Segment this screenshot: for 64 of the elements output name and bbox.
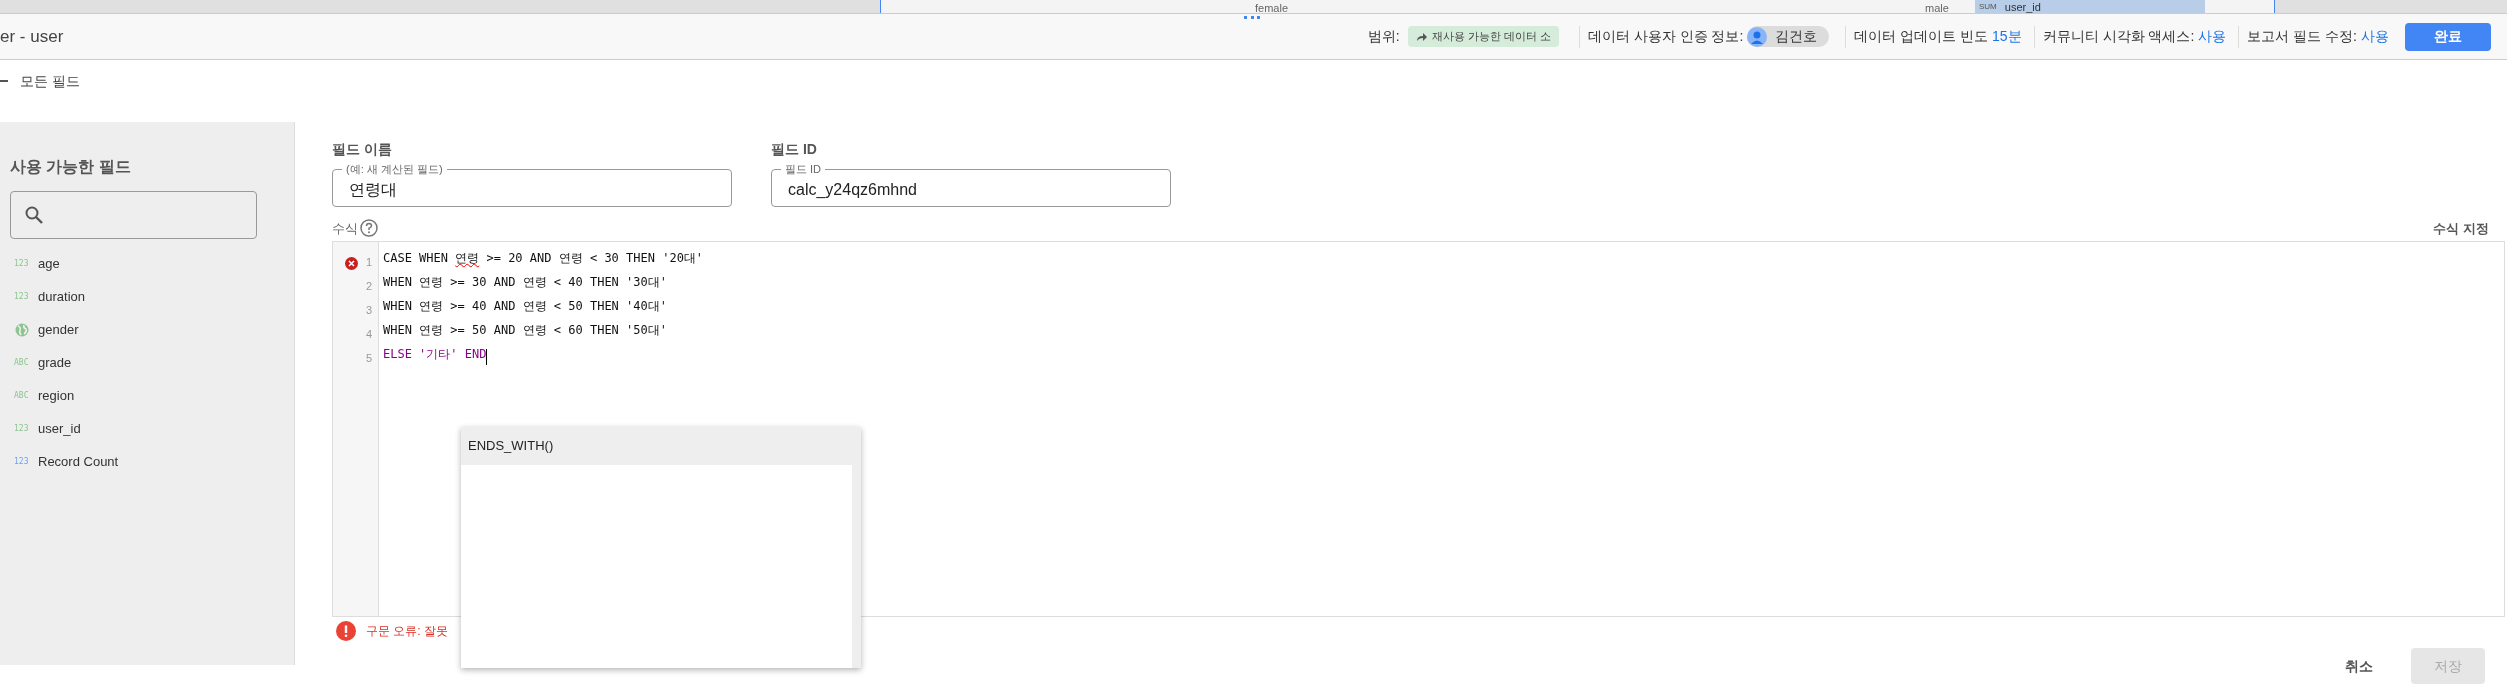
chart-label: female	[1255, 2, 1289, 13]
scope-chip[interactable]: 재사용 가능한 데이터 소	[1407, 26, 1559, 47]
field-editing-label: 보고서 필드 수정:	[2247, 27, 2357, 46]
line-number: 1	[365, 254, 372, 270]
field-item[interactable]: 123 age	[10, 247, 294, 280]
field-item[interactable]: ABC region	[10, 379, 294, 412]
scrollbar[interactable]	[852, 427, 861, 668]
line-number: 3	[365, 302, 372, 318]
code-line: WHEN 연령 >= 50 AND 연령 < 60 THEN '50대'	[383, 322, 667, 339]
back-arrow-icon[interactable]	[0, 79, 8, 83]
field-name: gender	[38, 320, 79, 339]
field-item[interactable]: 123 user_id	[10, 412, 294, 445]
search-icon	[24, 205, 44, 225]
type-label: ABC	[14, 389, 30, 402]
code-line: CASE WHEN 연령 >= 20 AND 연령 < 30 THEN '20대'	[383, 250, 704, 267]
field-item[interactable]: ABC grade	[10, 346, 294, 379]
field-item[interactable]: 123 duration	[10, 280, 294, 313]
field-name-label: 필드 이름	[332, 140, 393, 159]
field-name: age	[38, 254, 60, 273]
data-source-title: er - user	[0, 25, 64, 48]
field-editing-link[interactable]: 사용	[2361, 26, 2389, 47]
code-line: WHEN 연령 >= 30 AND 연령 < 40 THEN '30대'	[383, 274, 667, 291]
type-label: 123	[14, 257, 30, 270]
drag-handle[interactable]	[1244, 16, 1260, 19]
scope-label: 범위:	[1367, 27, 1400, 46]
all-fields-link[interactable]: 모든 필드	[20, 70, 80, 92]
warning-icon	[336, 621, 356, 641]
metric-chip[interactable]: SUM user_id	[1975, 0, 2205, 13]
cancel-button[interactable]: 취소	[2337, 648, 2381, 684]
panel-title: 사용 가능한 필드	[10, 157, 132, 177]
community-access-label: 커뮤니티 시각화 액세스:	[2042, 27, 2195, 46]
line-number: 5	[365, 350, 372, 366]
field-name: grade	[38, 353, 72, 372]
suggestion-item[interactable]: ENDS_WITH()	[461, 427, 852, 465]
share-arrow-icon	[1415, 31, 1428, 42]
credentials-label: 데이터 사용자 인증 정보:	[1587, 27, 1744, 46]
line-number: 2	[365, 278, 372, 294]
type-label: 123	[14, 290, 30, 303]
code-line: WHEN 연령 >= 40 AND 연령 < 50 THEN '40대'	[383, 298, 667, 315]
done-button[interactable]: 완료	[2405, 22, 2491, 51]
formula-label: 수식	[332, 219, 358, 238]
chart-label: male	[1925, 2, 1949, 13]
error-message: 구문 오류: 잘못	[366, 623, 448, 640]
field-name: user_id	[38, 419, 81, 438]
user-chip[interactable]: 김건호	[1747, 26, 1830, 47]
floating-label: 필드 ID	[781, 162, 826, 176]
floating-label: (예: 새 계산된 필드)	[342, 162, 447, 176]
community-access-link[interactable]: 사용	[2198, 26, 2227, 47]
line-number: 4	[365, 326, 372, 342]
field-name: Record Count	[38, 452, 119, 471]
field-item[interactable]: gender	[10, 313, 294, 346]
type-label: ABC	[14, 356, 30, 369]
field-name: region	[38, 386, 75, 405]
help-icon[interactable]	[360, 219, 378, 238]
search-field[interactable]	[10, 191, 257, 239]
avatar-icon	[1747, 26, 1768, 47]
format-formula-button[interactable]: 수식 지정	[2433, 218, 2489, 238]
code-line: ELSE '기타' END	[383, 346, 487, 363]
field-name: duration	[38, 287, 85, 306]
type-label: 123	[14, 422, 30, 435]
field-item[interactable]: 123 Record Count	[10, 445, 294, 478]
type-label: 123	[14, 455, 30, 468]
freshness-label: 데이터 업데이트 빈도	[1854, 27, 1989, 46]
freshness-link[interactable]: 15분	[1992, 26, 2022, 47]
